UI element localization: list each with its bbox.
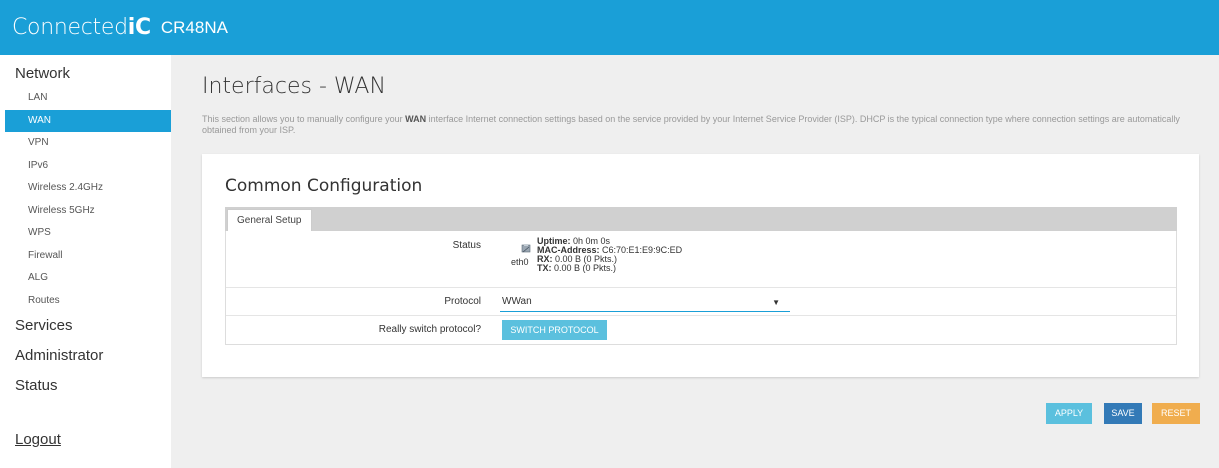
sidebar-services[interactable]: Services bbox=[0, 317, 73, 334]
sidebar-item-wan[interactable]: WAN bbox=[5, 109, 171, 132]
dropdown-arrow-icon: ▼ bbox=[772, 298, 780, 307]
network-submenu: LAN WAN VPN IPv6 Wireless 2.4GHz Wireles… bbox=[0, 87, 171, 312]
sidebar-item-lan[interactable]: LAN bbox=[0, 87, 171, 110]
top-header: ConnectediC CR48NA bbox=[0, 0, 1219, 55]
protocol-select[interactable]: WWan ▼ bbox=[500, 294, 790, 312]
switch-protocol-button[interactable]: SWITCH PROTOCOL bbox=[502, 320, 607, 340]
sidebar-item-wireless-5[interactable]: Wireless 5GHz bbox=[0, 200, 171, 223]
sidebar-administrator[interactable]: Administrator bbox=[0, 347, 103, 364]
reset-button[interactable]: RESET bbox=[1152, 403, 1200, 424]
sidebar-item-alg[interactable]: ALG bbox=[0, 267, 171, 290]
status-label: Status bbox=[452, 240, 481, 251]
sidebar: Network LAN WAN VPN IPv6 Wireless 2.4GHz… bbox=[0, 55, 171, 468]
switch-protocol-row: Really switch protocol? SWITCH PROTOCOL bbox=[226, 316, 1176, 344]
tx-line: TX: 0.00 B (0 Pkts.) bbox=[537, 264, 682, 273]
ethernet-port-icon bbox=[521, 244, 531, 253]
status-details: Uptime: 0h 0m 0s MAC-Address: C6:70:E1:E… bbox=[537, 237, 682, 273]
status-row: Status eth0 Uptime: 0h 0m 0s MAC-Address… bbox=[226, 231, 1176, 288]
sidebar-item-wps[interactable]: WPS bbox=[0, 222, 171, 245]
brand-light: Connected bbox=[12, 15, 128, 40]
desc-pre: This section allows you to manually conf… bbox=[202, 114, 406, 124]
sidebar-item-wireless-24[interactable]: Wireless 2.4GHz bbox=[0, 177, 171, 200]
tx-value: 0.00 B (0 Pkts.) bbox=[554, 263, 617, 273]
sidebar-item-vpn[interactable]: VPN bbox=[0, 132, 171, 155]
status-device: eth0 bbox=[511, 257, 529, 267]
protocol-value: WWan bbox=[502, 296, 532, 307]
tx-key: TX: bbox=[537, 263, 552, 273]
sidebar-network[interactable]: Network bbox=[0, 65, 70, 82]
save-button[interactable]: SAVE bbox=[1104, 403, 1142, 424]
sidebar-status[interactable]: Status bbox=[0, 377, 58, 394]
sidebar-item-routes[interactable]: Routes bbox=[0, 290, 171, 313]
config-card: Common Configuration General Setup Statu… bbox=[202, 154, 1199, 377]
brand-logo[interactable]: ConnectediC bbox=[12, 15, 151, 40]
protocol-label: Protocol bbox=[444, 296, 481, 307]
tab-content: Status eth0 Uptime: 0h 0m 0s MAC-Address… bbox=[225, 231, 1177, 345]
model-name: CR48NA bbox=[160, 17, 228, 37]
switch-protocol-label: Really switch protocol? bbox=[378, 324, 481, 335]
page-description: This section allows you to manually conf… bbox=[202, 114, 1187, 136]
page-title: Interfaces - WAN bbox=[202, 74, 386, 99]
sidebar-item-firewall[interactable]: Firewall bbox=[0, 245, 171, 268]
protocol-row: Protocol WWan ▼ bbox=[226, 288, 1176, 316]
tab-general-setup[interactable]: General Setup bbox=[227, 209, 312, 231]
sidebar-item-ipv6[interactable]: IPv6 bbox=[0, 155, 171, 178]
brand-bold: iC bbox=[127, 15, 151, 40]
section-title: Common Configuration bbox=[225, 176, 423, 196]
desc-bold: WAN bbox=[405, 114, 427, 124]
apply-button[interactable]: APPLY bbox=[1046, 403, 1092, 424]
tab-bar: General Setup bbox=[225, 207, 1177, 231]
logout-link[interactable]: Logout bbox=[15, 431, 61, 448]
